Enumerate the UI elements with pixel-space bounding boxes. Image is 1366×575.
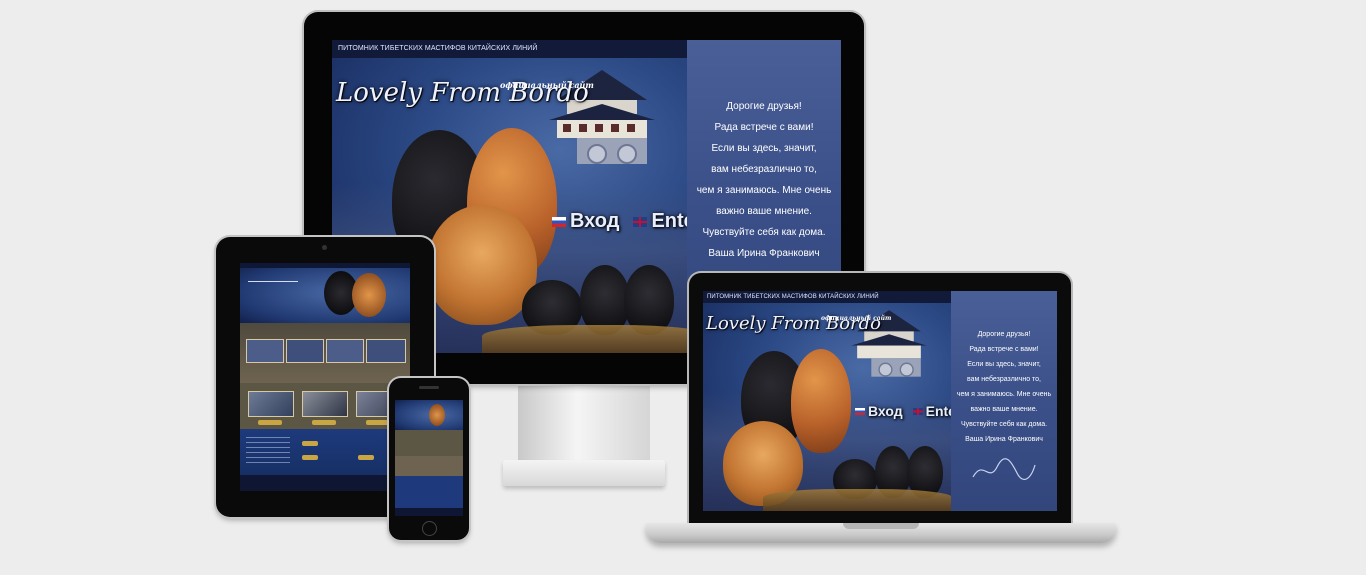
- welcome-panel: Дорогие друзья! Рада встрече с вами! Есл…: [951, 291, 1057, 511]
- tablet-header: [240, 263, 410, 323]
- welcome-line: Дорогие друзья!: [977, 331, 1031, 338]
- monitor-stand: [518, 384, 650, 462]
- tablet-site-screen: [240, 263, 410, 491]
- phone-intro-band: [395, 430, 463, 456]
- phone-site-screen: [395, 400, 463, 516]
- phone-speaker: [419, 386, 439, 389]
- site-topbar-text: ПИТОМНИК ТИБЕТСКИХ МАСТИФОВ КИТАЙСКИХ ЛИ…: [707, 294, 879, 300]
- tablet-more-button[interactable]: [366, 420, 390, 425]
- tablet-info-button[interactable]: [302, 441, 318, 446]
- official-site-label: официальный сайт: [500, 80, 594, 90]
- enter-ru-link[interactable]: Вход: [868, 403, 903, 419]
- welcome-line: Рада встрече с вами!: [969, 346, 1039, 353]
- tablet-logo-graphic: [248, 273, 298, 282]
- laptop: ПИТОМНИК ТИБЕТСКИХ МАСТИФОВ КИТАЙСКИХ ЛИ…: [689, 273, 1071, 523]
- welcome-line: Ваша Ирина Франкович: [708, 248, 820, 259]
- golden-mastiff-image: [427, 205, 537, 325]
- tablet-footer: [240, 475, 410, 491]
- welcome-line: важно ваше мнение.: [716, 206, 812, 217]
- straw-ground: [482, 325, 712, 353]
- tablet-tile-image[interactable]: [248, 391, 294, 417]
- enter-row: Вход Enter: [552, 210, 703, 233]
- tablet-nav-bar: [240, 263, 410, 268]
- russia-flag-icon: [552, 216, 566, 227]
- tablet-more-button[interactable]: [258, 420, 282, 425]
- uk-flag-icon: [912, 407, 923, 415]
- welcome-line: Рада встрече с вами!: [714, 122, 814, 133]
- tablet-gallery-image[interactable]: [326, 339, 364, 363]
- tablet-tile-image[interactable]: [302, 391, 348, 417]
- enter-ru-link[interactable]: Вход: [570, 210, 619, 233]
- phone-home-button[interactable]: [422, 521, 437, 536]
- red-mastiff-image: [791, 349, 851, 453]
- welcome-line: Чувствуйте себя как дома.: [960, 421, 1048, 428]
- official-site-label: официальный сайт: [821, 315, 892, 322]
- welcome-line: Ваша Ирина Франкович: [965, 436, 1043, 443]
- phone-info-section: [395, 476, 463, 508]
- tablet-info-button[interactable]: [358, 455, 374, 460]
- phone: [389, 378, 469, 540]
- tablet-gallery-image[interactable]: [246, 339, 284, 363]
- monitor-base: [503, 460, 665, 486]
- tablet-camera: [322, 245, 327, 250]
- welcome-line: вам небезразлично то,: [711, 164, 817, 175]
- phone-tiles: [395, 456, 463, 476]
- laptop-notch: [843, 523, 919, 529]
- temple-image: [549, 70, 655, 164]
- phone-footer: [395, 508, 463, 516]
- welcome-line: Чувствуйте себя как дома.: [702, 227, 826, 238]
- welcome-line: важно ваше мнение.: [970, 406, 1038, 413]
- phone-dog-image: [429, 404, 445, 426]
- tablet-photo-tiles: [240, 383, 410, 429]
- tablet-intro-band: [240, 323, 410, 383]
- uk-flag-icon: [633, 216, 648, 227]
- welcome-line: чем я занимаюсь. Мне очень: [696, 185, 832, 196]
- tablet-info-text: [246, 437, 290, 467]
- site-topbar-text: ПИТОМНИК ТИБЕТСКИХ МАСТИФОВ КИТАЙСКИХ ЛИ…: [338, 45, 538, 52]
- russia-flag-icon: [855, 407, 865, 415]
- tablet-more-button[interactable]: [312, 420, 336, 425]
- tablet-gallery-image[interactable]: [366, 339, 406, 363]
- enter-row: Вход Enter: [855, 403, 961, 419]
- tablet-info-section: [240, 429, 410, 475]
- tablet-gallery-image[interactable]: [286, 339, 324, 363]
- welcome-line: Дорогие друзья!: [726, 101, 802, 112]
- welcome-line: Если вы здесь, значит,: [967, 361, 1041, 368]
- straw-ground: [763, 489, 953, 511]
- tablet-dog-image: [352, 273, 386, 317]
- welcome-line: вам небезразлично то,: [967, 376, 1041, 383]
- laptop-site-screen: ПИТОМНИК ТИБЕТСКИХ МАСТИФОВ КИТАЙСКИХ ЛИ…: [703, 291, 1057, 511]
- welcome-line: чем я занимаюсь. Мне очень: [956, 391, 1052, 398]
- signature-icon: [972, 458, 1036, 481]
- welcome-line: Если вы здесь, значит,: [711, 143, 817, 154]
- tablet-info-button[interactable]: [302, 455, 318, 460]
